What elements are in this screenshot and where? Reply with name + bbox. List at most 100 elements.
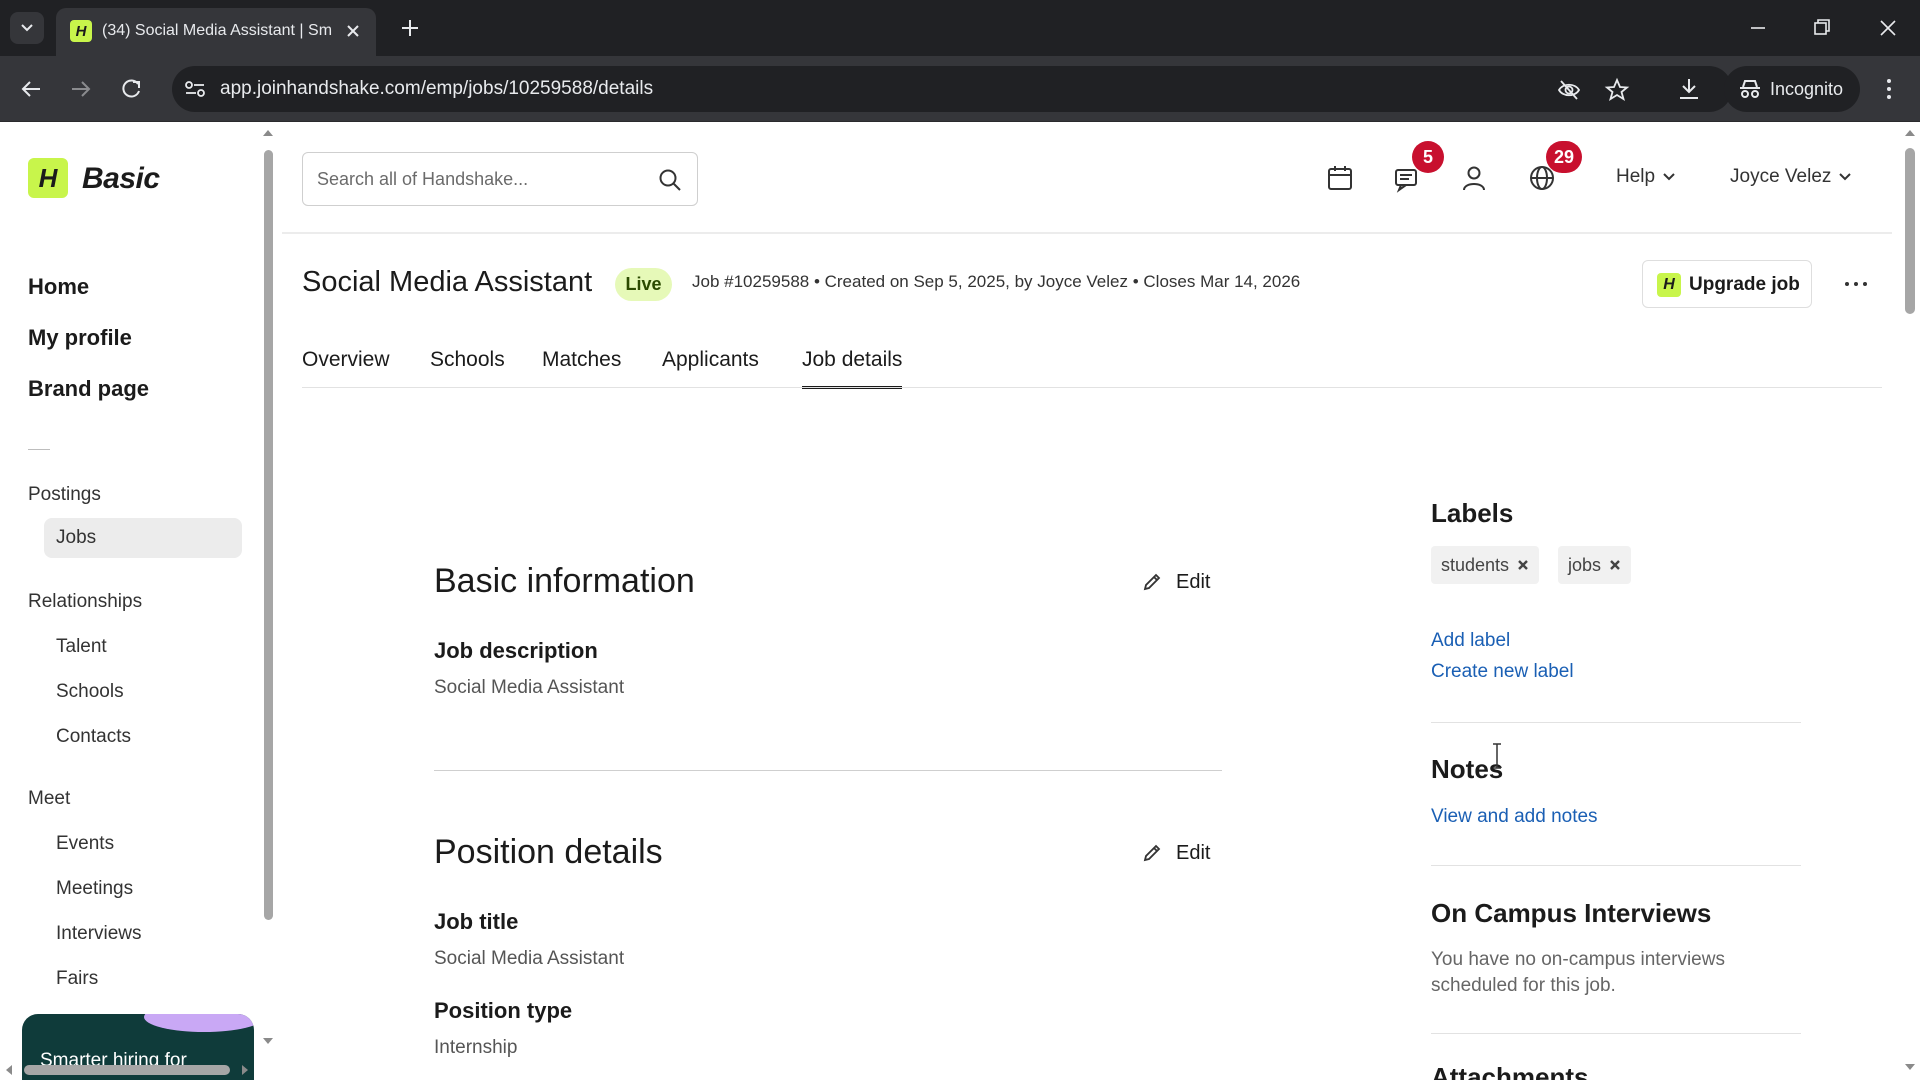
notifications-badge: 29 <box>1546 141 1583 173</box>
tab-matches[interactable]: Matches <box>542 348 621 388</box>
attachments-title: Attachments <box>1431 1062 1589 1080</box>
messages-badge: 5 <box>1412 141 1444 173</box>
scroll-left-icon[interactable] <box>4 1064 14 1076</box>
on-campus-interviews-title: On Campus Interviews <box>1431 898 1712 928</box>
field-value-job-title: Social Media Assistant <box>434 948 625 969</box>
field-value-job-description: Social Media Assistant <box>434 677 625 698</box>
tab-schools[interactable]: Schools <box>430 348 505 388</box>
edit-basic-information-button[interactable]: Edit <box>1128 560 1220 604</box>
calendar-icon[interactable] <box>1324 162 1356 194</box>
text-cursor-icon <box>1493 743 1501 769</box>
tab-applicants[interactable]: Applicants <box>662 348 759 388</box>
browser-tab[interactable]: H (34) Social Media Assistant | Sm <box>56 8 376 56</box>
header-divider <box>282 232 1892 234</box>
on-campus-interviews-text: You have no on-campus interviews schedul… <box>1431 949 1725 996</box>
job-meta: Job #10259588 • Created on Sep 5, 2025, … <box>692 272 1301 291</box>
scroll-down-icon[interactable] <box>262 1036 274 1046</box>
forward-arrow-icon[interactable] <box>66 74 96 104</box>
sidebar-scroll-thumb[interactable] <box>264 150 273 920</box>
upgrade-job-button[interactable]: H Upgrade job <box>1642 260 1812 308</box>
pencil-icon <box>1143 573 1161 591</box>
sidebar-item-interviews[interactable]: Interviews <box>56 923 142 945</box>
chevron-down-icon <box>21 24 33 32</box>
omnibox[interactable]: app.joinhandshake.com/emp/jobs/10259588/… <box>172 66 1732 112</box>
sidebar-divider <box>28 449 50 450</box>
new-tab-icon[interactable] <box>396 14 424 42</box>
horizontal-scroll-thumb[interactable] <box>24 1065 230 1075</box>
brand-name: Basic <box>82 162 160 195</box>
sidebar-item-home[interactable]: Home <box>28 274 89 300</box>
panel-divider <box>1431 1033 1801 1034</box>
eye-slash-icon[interactable] <box>1556 77 1582 103</box>
section-divider <box>434 770 1222 771</box>
user-icon[interactable] <box>1458 162 1490 194</box>
incognito-icon <box>1740 80 1760 98</box>
view-add-notes-link[interactable]: View and add notes <box>1431 806 1598 828</box>
sidebar-horizontal-scrollbar[interactable] <box>0 1058 262 1080</box>
download-icon[interactable] <box>1674 74 1704 104</box>
remove-label-icon[interactable] <box>1609 559 1621 571</box>
search-input[interactable] <box>317 167 647 191</box>
scroll-up-icon[interactable] <box>1904 128 1916 138</box>
panel-divider <box>1431 722 1801 723</box>
sidebar-item-contacts[interactable]: Contacts <box>56 726 131 748</box>
page-scroll-thumb[interactable] <box>1905 148 1915 314</box>
field-label-position-type: Position type <box>434 998 573 1023</box>
search-icon[interactable] <box>657 167 683 193</box>
field-label-job-description: Job description <box>434 638 598 663</box>
user-menu[interactable]: Joyce Velez <box>1730 166 1852 188</box>
sidebar-section-relationships: Relationships <box>28 591 143 612</box>
sidebar-item-talent[interactable]: Talent <box>56 636 107 658</box>
sidebar-item-my-profile[interactable]: My profile <box>28 325 132 351</box>
global-search <box>302 152 698 206</box>
label-chip-text: jobs <box>1568 554 1602 575</box>
scroll-down-icon[interactable] <box>1904 1062 1916 1072</box>
browser-menu-icon[interactable] <box>1874 74 1904 104</box>
reload-icon[interactable] <box>116 74 146 104</box>
chevron-down-icon <box>1839 173 1852 181</box>
edit-position-details-button[interactable]: Edit <box>1128 831 1220 875</box>
back-arrow-icon[interactable] <box>16 74 46 104</box>
tab-overview[interactable]: Overview <box>302 348 390 388</box>
handshake-logo-icon: H <box>1657 273 1681 297</box>
more-options-icon[interactable] <box>1838 270 1874 298</box>
sidebar-item-events[interactable]: Events <box>56 833 114 855</box>
create-new-label-link[interactable]: Create new label <box>1431 661 1574 683</box>
job-title: Social Media Assistant <box>302 266 593 298</box>
scroll-up-icon[interactable] <box>262 128 274 138</box>
label-chip: jobs <box>1558 546 1632 584</box>
sidebar-item-label: Jobs <box>56 527 97 548</box>
tab-job-details[interactable]: Job details <box>802 348 903 389</box>
upgrade-job-label: Upgrade job <box>1689 274 1800 295</box>
sidebar-scrollbar[interactable] <box>262 128 274 1048</box>
section-title-position-details: Position details <box>434 833 663 871</box>
page-scrollbar[interactable] <box>1900 122 1920 1080</box>
label-chip-text: students <box>1441 554 1510 575</box>
bookmark-star-icon[interactable] <box>1604 77 1630 103</box>
help-menu[interactable]: Help <box>1616 166 1675 188</box>
scroll-right-icon[interactable] <box>240 1064 250 1076</box>
close-window-icon[interactable] <box>1874 14 1902 42</box>
tab-list-button[interactable] <box>10 12 44 44</box>
remove-label-icon[interactable] <box>1517 559 1529 571</box>
incognito-indicator[interactable]: Incognito <box>1724 66 1860 112</box>
section-title-basic-information: Basic information <box>434 562 695 600</box>
sidebar-item-jobs[interactable]: Jobs <box>44 518 242 558</box>
minimize-icon[interactable] <box>1744 14 1772 42</box>
edit-label: Edit <box>1176 571 1211 593</box>
site-info-icon[interactable] <box>182 77 208 101</box>
restore-icon[interactable] <box>1808 14 1836 42</box>
add-label-link[interactable]: Add label <box>1431 630 1510 652</box>
sidebar-item-meetings[interactable]: Meetings <box>56 878 133 900</box>
edit-label: Edit <box>1176 842 1211 864</box>
close-tab-icon[interactable] <box>342 20 364 42</box>
sidebar-item-brand-page[interactable]: Brand page <box>28 376 149 402</box>
handshake-favicon-icon: H <box>70 20 92 42</box>
sidebar-item-fairs[interactable]: Fairs <box>56 968 98 990</box>
chevron-down-icon <box>1663 173 1675 181</box>
sidebar-section-postings: Postings <box>28 484 101 505</box>
url-text: app.joinhandshake.com/emp/jobs/10259588/… <box>220 78 654 99</box>
user-name: Joyce Velez <box>1730 166 1832 187</box>
sidebar-item-schools[interactable]: Schools <box>56 681 124 703</box>
tabs-divider <box>302 387 1882 388</box>
